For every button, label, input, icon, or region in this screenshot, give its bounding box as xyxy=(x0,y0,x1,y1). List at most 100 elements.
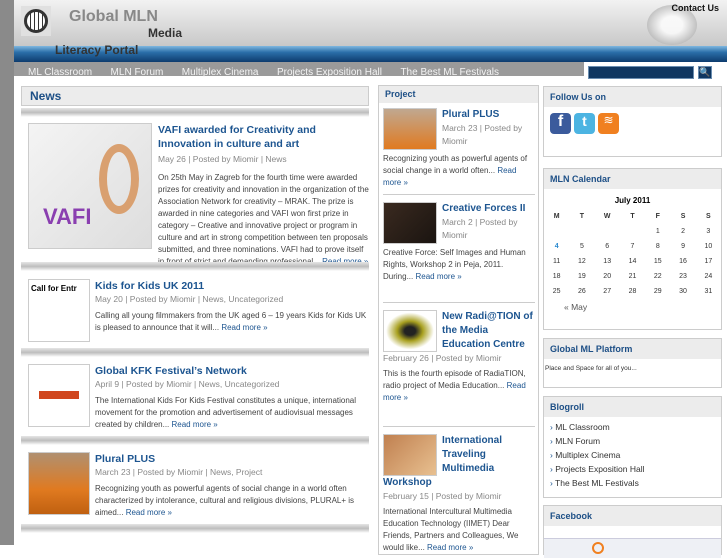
facebook-box: Facebook xyxy=(543,505,722,558)
calendar-day: 23 xyxy=(679,273,687,280)
contact-us-link[interactable]: Contact Us xyxy=(671,3,719,13)
post-meta: April 9 | Posted by Miomir | News, Uncat… xyxy=(95,379,280,389)
twitter-icon[interactable]: t xyxy=(574,113,595,134)
read-more-link[interactable]: Read more » xyxy=(221,323,267,332)
calendar-day-header: S xyxy=(706,213,711,220)
calendar-heading: MLN Calendar xyxy=(544,169,721,189)
nav-ml-classroom[interactable]: ML Classroom xyxy=(28,67,92,78)
post-title[interactable]: Global KFK Festival’s Network xyxy=(95,364,369,378)
post-thumbnail[interactable] xyxy=(383,202,437,244)
site-subtitle-2: Literacy Portal xyxy=(55,43,139,57)
calendar-day: 3 xyxy=(706,228,711,235)
divider xyxy=(21,524,369,533)
blogroll-label: MLN Forum xyxy=(555,436,601,446)
post-meta: May 26 | Posted by Miomir | News xyxy=(158,154,287,164)
blogroll-heading: Blogroll xyxy=(544,397,721,417)
blogroll-label: Multiplex Cinema xyxy=(555,450,621,460)
site-header: Global MLN Media Contact Us xyxy=(14,0,727,46)
post-thumbnail[interactable]: VAFI xyxy=(28,123,152,249)
platform-heading: Global ML Platform xyxy=(544,339,721,359)
nav-projects-hall[interactable]: Projects Exposition Hall xyxy=(277,67,382,78)
search-icon[interactable]: 🔍 xyxy=(698,66,712,79)
radiation-thumbnail[interactable] xyxy=(383,310,437,352)
calendar-day: 21 xyxy=(628,273,637,280)
divider xyxy=(383,426,535,427)
blogroll-link[interactable]: › ML Classroom xyxy=(544,420,721,434)
calendar-day: 13 xyxy=(603,258,612,265)
divider xyxy=(21,108,369,117)
facebook-widget[interactable] xyxy=(544,538,721,558)
calendar-day: 27 xyxy=(603,288,612,295)
news-post: VAFI VAFI awarded for Creativity and Inn… xyxy=(28,123,370,266)
divider xyxy=(383,302,535,303)
calendar-day: 9 xyxy=(681,243,685,250)
post-meta: March 23 | Posted by Miomir | News, Proj… xyxy=(95,467,263,477)
calendar-day: 16 xyxy=(679,258,687,265)
project-heading: Project xyxy=(379,86,538,103)
calendar-day: 12 xyxy=(578,258,586,265)
left-strip xyxy=(0,0,14,545)
site-subtitle: Media xyxy=(148,26,183,40)
calendar-day xyxy=(595,224,620,239)
post-title[interactable]: VAFI awarded for Creativity and Innovati… xyxy=(158,123,370,151)
follow-heading: Follow Us on xyxy=(544,87,721,107)
post-thumbnail[interactable] xyxy=(383,434,437,476)
nav-best-festivals[interactable]: The Best ML Festivals xyxy=(400,67,499,78)
calendar-day: 28 xyxy=(628,288,637,295)
facebook-heading: Facebook xyxy=(544,506,721,526)
calendar-day: 18 xyxy=(552,273,561,280)
calendar-day: 14 xyxy=(628,258,637,265)
calendar-day xyxy=(620,224,645,239)
calendar-day-header: M xyxy=(553,213,560,220)
blogroll-label: ML Classroom xyxy=(555,422,610,432)
project-post: New Radi@TION of the Media Education Cen… xyxy=(383,310,535,404)
post-thumbnail[interactable] xyxy=(383,108,437,150)
calendar-prev-link[interactable]: « May xyxy=(564,302,701,312)
calendar-day: 10 xyxy=(704,243,713,250)
calendar-day: 8 xyxy=(655,243,660,250)
site-title[interactable]: Global MLN xyxy=(69,8,158,26)
calendar-month: July 2011 xyxy=(614,196,651,205)
divider xyxy=(383,194,535,195)
post-thumbnail[interactable] xyxy=(28,364,90,427)
calendar-day: 19 xyxy=(578,273,586,280)
project-post: International Traveling Multimedia Works… xyxy=(383,434,535,554)
calendar-day: 7 xyxy=(630,243,635,250)
calendar-day: 22 xyxy=(653,273,662,280)
globe-logo-icon[interactable] xyxy=(21,6,51,36)
calendar-day: 24 xyxy=(704,273,713,280)
post-thumbnail[interactable]: Call for Entr xyxy=(28,279,90,342)
read-more-link[interactable]: Read more » xyxy=(172,420,218,429)
read-more-link[interactable]: Read more » xyxy=(427,543,473,552)
follow-box: Follow Us on f t ≋ xyxy=(543,86,722,157)
read-more-link[interactable]: Read more » xyxy=(126,508,172,517)
calendar-day: 29 xyxy=(653,288,662,295)
blogroll-link[interactable]: › MLN Forum xyxy=(544,434,721,448)
main-nav: ML Classroom MLN Forum Multiplex Cinema … xyxy=(14,62,584,78)
blogroll-link[interactable]: › Multiplex Cinema xyxy=(544,448,721,462)
calendar-box: MLN Calendar July 2011 MTWTFSS1234567891… xyxy=(543,168,722,330)
divider xyxy=(21,436,369,445)
post-title[interactable]: Plural PLUS xyxy=(95,452,369,466)
read-more-link[interactable]: Read more » xyxy=(415,272,461,281)
blogroll-label: Projects Exposition Hall xyxy=(555,464,645,474)
calendar-day: 25 xyxy=(552,288,561,295)
rss-icon[interactable]: ≋ xyxy=(598,113,619,134)
nav-multiplex-cinema[interactable]: Multiplex Cinema xyxy=(182,67,259,78)
blogroll-link[interactable]: › Projects Exposition Hall xyxy=(544,462,721,476)
post-thumbnail[interactable] xyxy=(28,452,90,515)
nav-mln-forum[interactable]: MLN Forum xyxy=(111,67,164,78)
post-meta: February 15 | Posted by Miomir xyxy=(383,491,502,501)
calendar-table: M T W T F S S 1 2 3 4 5 6 7 8 9 10 11 12 13 14 15 16 17 18 19 20 21… xyxy=(544,209,721,299)
post-meta: February 26 | Posted by Miomir xyxy=(383,353,502,363)
blogroll-link[interactable]: › The Best ML Festivals xyxy=(544,476,721,490)
calendar-day-header: S xyxy=(680,213,686,220)
post-title[interactable]: Kids for Kids UK 2011 xyxy=(95,279,369,293)
search-input[interactable] xyxy=(588,66,694,79)
divider xyxy=(21,262,369,271)
post-excerpt: On 25th May in Zagreb for the fourth tim… xyxy=(158,173,369,266)
project-post: Creative Forces II March 2 | Posted by M… xyxy=(383,202,535,283)
facebook-icon[interactable]: f xyxy=(550,113,571,134)
blogroll-label: The Best ML Festivals xyxy=(555,478,639,488)
calendar-day: 5 xyxy=(579,243,584,250)
